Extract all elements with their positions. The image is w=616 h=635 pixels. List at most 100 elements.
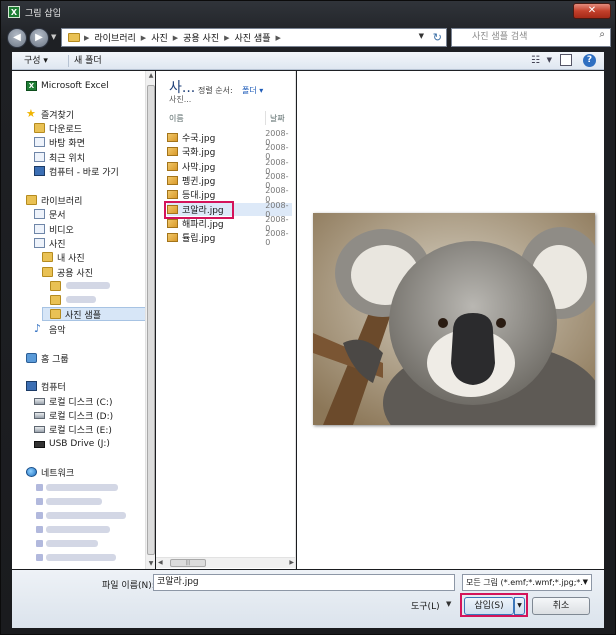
view-options-icon[interactable]: ☷ [531, 55, 540, 66]
documents-icon [34, 209, 45, 219]
selection-highlight-annotation [164, 201, 234, 219]
sidebar-item-documents[interactable]: 문서 [34, 207, 66, 221]
new-folder-button[interactable]: 새 폴더 [74, 54, 102, 68]
column-header-name[interactable]: 이름 [169, 113, 184, 124]
star-icon: ★ [26, 107, 36, 120]
tools-dropdown-icon[interactable]: ▼ [446, 600, 451, 608]
libraries-icon [26, 195, 37, 205]
sidebar-item-recent[interactable]: 최근 위치 [34, 150, 85, 164]
scroll-thumb[interactable]: ||| [170, 559, 206, 567]
scroll-left-arrow[interactable]: ◀ [158, 559, 163, 566]
scroll-right-arrow[interactable]: ▶ [289, 559, 294, 566]
scroll-up-arrow[interactable]: ▲ [146, 71, 156, 81]
command-toolbar: 구성 ▾ 새 폴더 ☷ ▼ ? [12, 52, 604, 70]
folder-icon [42, 252, 53, 262]
organize-button[interactable]: 구성 ▾ [24, 54, 48, 68]
file-row[interactable]: 등대.jpg 2008-0 [167, 186, 292, 204]
sidebar-item-drive-e[interactable]: 로컬 디스크 (E:) [34, 422, 112, 436]
koala-preview-image [313, 213, 595, 425]
network-icon [26, 467, 37, 477]
excel-icon: X [8, 6, 20, 18]
folder-icon [50, 295, 61, 305]
desktop-icon [34, 137, 45, 147]
breadcrumb-pictures[interactable]: 사진 [151, 31, 168, 44]
recent-pages-dropdown[interactable]: ▼ [51, 33, 59, 41]
file-list-horizontal-scrollbar[interactable]: ◀ ||| ▶ [156, 557, 295, 568]
downloads-folder-icon [34, 123, 45, 133]
image-file-icon [167, 162, 178, 171]
tools-button[interactable]: 도구(L) [411, 599, 440, 612]
sidebar-item-videos[interactable]: 비디오 [34, 222, 74, 236]
sidebar-item-favorites[interactable]: ★ 즐겨찾기 [26, 107, 74, 121]
sidebar-item-excel[interactable]: X Microsoft Excel [26, 79, 109, 93]
image-file-icon [167, 176, 178, 185]
navigation-bar: ◀ ▶ ▼ ▶ 라이브러리 ▶ 사진 ▶ 공용 사진 ▶ 사진 샘플 ▶ ▼ ↻… [7, 27, 611, 49]
sidebar-item-homegroup[interactable]: 홈 그룹 [26, 351, 69, 365]
sidebar-item-desktop[interactable]: 바탕 화면 [34, 135, 85, 149]
sidebar-scrollbar[interactable]: ▲ ▼ [145, 71, 155, 569]
computer-shortcut-icon [34, 166, 45, 176]
refresh-icon[interactable]: ↻ [433, 31, 442, 44]
scroll-thumb[interactable] [147, 85, 155, 555]
sidebar-item-computer[interactable]: 컴퓨터 [26, 379, 66, 393]
scroll-down-arrow[interactable]: ▼ [146, 559, 156, 569]
address-bar[interactable]: ▶ 라이브러리 ▶ 사진 ▶ 공용 사진 ▶ 사진 샘플 ▶ ▼ ↻ [61, 28, 447, 47]
recent-places-icon [34, 152, 45, 162]
music-icon: ♪ [34, 322, 42, 335]
search-icon[interactable]: ⌕ [599, 29, 605, 40]
image-file-icon [167, 147, 178, 156]
filename-input[interactable]: 코알라.jpg [153, 574, 455, 591]
file-type-select[interactable]: 모든 그림 (*.emf;*.wmf;*.jpg;*. ▼ [462, 574, 592, 591]
close-button[interactable]: ✕ [573, 3, 611, 19]
breadcrumb-libraries[interactable]: 라이브러리 [94, 31, 135, 44]
folder-icon [50, 281, 61, 291]
forward-button[interactable]: ▶ [29, 28, 49, 48]
sidebar-item-drive-c[interactable]: 로컬 디스크 (C:) [34, 394, 112, 408]
back-button[interactable]: ◀ [7, 28, 27, 48]
breadcrumb-public-pictures[interactable]: 공용 사진 [183, 31, 219, 44]
navigation-pane: X Microsoft Excel ★ 즐겨찾기 다운로드 바탕 화면 최근 위… [12, 71, 155, 569]
image-file-icon [167, 190, 178, 199]
sidebar-item-my-pictures[interactable]: 내 사진 [42, 250, 85, 264]
homegroup-icon [26, 353, 37, 363]
help-icon[interactable]: ? [583, 54, 596, 67]
breadcrumb-sample-pictures[interactable]: 사진 샘플 [235, 31, 271, 44]
sidebar-item-usb-drive[interactable]: USB Drive (J:) [34, 437, 110, 451]
cancel-button[interactable]: 취소 [532, 597, 590, 615]
sidebar-item-downloads[interactable]: 다운로드 [34, 121, 82, 135]
library-subtitle: 사진... [169, 95, 192, 104]
folder-icon [42, 267, 53, 277]
title-bar: X 그림 삽입 ✕ [1, 1, 616, 23]
sidebar-item-drive-d[interactable]: 로컬 디스크 (D:) [34, 408, 113, 422]
sidebar-item-music[interactable]: ♪ 음악 [34, 322, 66, 336]
sidebar-item-libraries[interactable]: 라이브러리 [26, 193, 82, 207]
arrange-by-dropdown[interactable]: 폴더 ▾ [242, 85, 263, 96]
search-input[interactable]: 사진 샘플 검색 [451, 28, 611, 47]
image-file-icon [167, 219, 178, 228]
folder-icon [68, 33, 80, 42]
sidebar-item-blurred-folder[interactable] [50, 279, 65, 293]
view-dropdown-icon[interactable]: ▼ [547, 56, 552, 64]
image-file-icon [167, 233, 178, 242]
column-header-date[interactable]: 날짜 [270, 113, 285, 124]
computer-icon [26, 381, 37, 391]
sidebar-item-public-pictures[interactable]: 공용 사진 [42, 265, 93, 279]
file-row[interactable]: 튤립.jpg 2008-0 [167, 229, 292, 247]
excel-icon: X [26, 81, 37, 91]
sidebar-item-pictures[interactable]: 사진 [34, 236, 66, 250]
drive-icon [34, 411, 45, 419]
image-file-icon [167, 133, 178, 142]
sidebar-item-sample-pictures[interactable]: 사진 샘플 [42, 307, 152, 321]
sidebar-item-network[interactable]: 네트워크 [26, 465, 74, 479]
chevron-down-icon: ▼ [582, 578, 588, 586]
address-dropdown-icon[interactable]: ▼ [419, 32, 424, 40]
insert-highlight-annotation [460, 593, 528, 617]
preview-pane-icon[interactable] [560, 54, 572, 66]
drive-icon [34, 397, 45, 405]
file-row[interactable]: 국화.jpg 2008-0 [167, 143, 292, 161]
sidebar-item-computer-shortcut[interactable]: 컴퓨터 - 바로 가기 [34, 164, 119, 178]
preview-pane [297, 71, 604, 569]
window-title: 그림 삽입 [25, 9, 61, 19]
arrange-by-label: 정렬 순서: [198, 86, 233, 95]
sidebar-item-blurred-folder[interactable] [50, 293, 65, 307]
